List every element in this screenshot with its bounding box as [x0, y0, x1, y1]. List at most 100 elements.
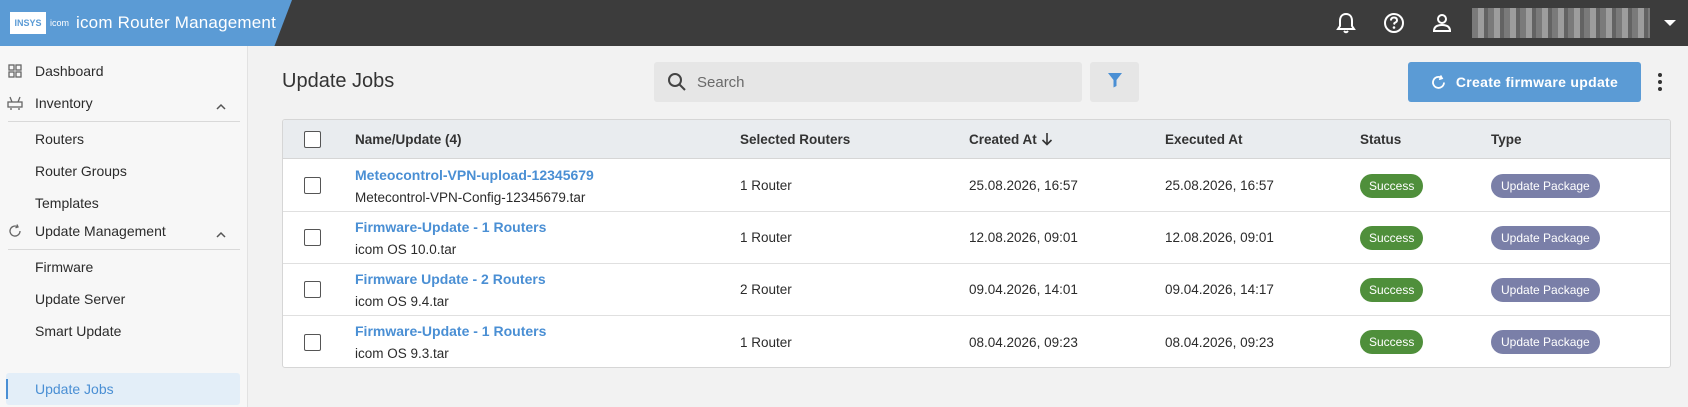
- status-badge: Success: [1360, 225, 1424, 250]
- bell-icon[interactable]: [1334, 11, 1358, 35]
- executed-at-cell: 08.04.2026, 09:23: [1165, 334, 1274, 350]
- logo-text: icom: [50, 18, 70, 28]
- user-info-redacted[interactable]: [1472, 8, 1650, 38]
- router-icon: [7, 95, 23, 111]
- executed-at-cell: 12.08.2026, 09:01: [1165, 230, 1274, 245]
- name-cell: Firmware Update - 2 Routers icom OS 9.4.…: [355, 264, 546, 315]
- sidebar-item-inventory[interactable]: Inventory: [0, 87, 248, 119]
- create-firmware-update-button[interactable]: Create firmware update: [1408, 62, 1641, 102]
- column-header-name[interactable]: Name/Update (4): [355, 120, 462, 158]
- row-checkbox-cell: [304, 212, 321, 263]
- chevron-up-icon[interactable]: [216, 97, 226, 113]
- name-cell: Firmware-Update - 1 Routers icom OS 9.3.…: [355, 316, 546, 367]
- column-header-status[interactable]: Status: [1360, 120, 1401, 158]
- help-icon[interactable]: [1382, 11, 1406, 35]
- logo-mark: INSYS: [10, 12, 46, 34]
- table-row[interactable]: Firmware Update - 2 Routers icom OS 9.4.…: [283, 264, 1670, 316]
- row-checkbox-cell: [304, 160, 321, 211]
- sidebar-item-label: Inventory: [35, 95, 93, 111]
- executed-at-cell: 25.08.2026, 16:57: [1165, 178, 1274, 193]
- name-cell: Meteocontrol-VPN-upload-12345679 Metecon…: [355, 160, 594, 211]
- sort-down-icon[interactable]: [1041, 132, 1053, 146]
- search-box[interactable]: [654, 62, 1082, 102]
- status-badge: Success: [1360, 277, 1424, 302]
- update-file-name: icom OS 10.0.tar: [355, 241, 457, 257]
- search-icon: [667, 72, 687, 92]
- status-badge: Success: [1360, 330, 1424, 354]
- row-checkbox[interactable]: [304, 229, 321, 246]
- job-name-link[interactable]: Firmware-Update - 1 Routers: [355, 219, 546, 235]
- top-bar: INSYS icom icom Router Management: [0, 0, 1688, 46]
- row-checkbox-cell: [304, 316, 321, 367]
- update-file-name: icom OS 9.4.tar: [355, 293, 449, 309]
- job-name-link[interactable]: Meteocontrol-VPN-upload-12345679: [355, 167, 594, 183]
- status-cell: Success: [1360, 264, 1424, 315]
- refresh-icon: [1431, 74, 1446, 90]
- sidebar-item-update-management[interactable]: Update Management: [0, 215, 248, 247]
- sidebar-item-routers[interactable]: Routers: [0, 123, 248, 155]
- table-row[interactable]: Firmware-Update - 1 Routers icom OS 9.3.…: [283, 316, 1670, 367]
- column-header-created-at[interactable]: Created At: [969, 120, 1053, 158]
- row-checkbox[interactable]: [304, 177, 321, 194]
- sidebar-item-dashboard[interactable]: Dashboard: [0, 55, 248, 87]
- sidebar-item-update-server[interactable]: Update Server: [0, 283, 248, 315]
- created-at-cell: 09.04.2026, 14:01: [969, 282, 1078, 297]
- created-at-cell: 25.08.2026, 16:57: [969, 178, 1078, 193]
- selected-routers-cell: 1 Router: [740, 178, 792, 193]
- update-file-name: Metecontrol-VPN-Config-12345679.tar: [355, 189, 586, 205]
- insys-logo: INSYS icom: [10, 11, 74, 35]
- row-checkbox[interactable]: [304, 281, 321, 298]
- select-all-checkbox[interactable]: [304, 130, 321, 148]
- status-cell: Success: [1360, 160, 1424, 211]
- chevron-up-icon[interactable]: [216, 225, 226, 241]
- grid-icon: [7, 63, 23, 79]
- row-checkbox-cell: [304, 264, 321, 315]
- status-cell: Success: [1360, 212, 1424, 263]
- column-header-type[interactable]: Type: [1491, 120, 1522, 158]
- filter-icon: [1107, 72, 1123, 93]
- sidebar-item-smart-update[interactable]: Smart Update: [0, 315, 248, 347]
- divider: [8, 249, 240, 250]
- created-at-cell: 08.04.2026, 09:23: [969, 334, 1078, 350]
- sidebar-item-label: Update Jobs: [35, 381, 114, 397]
- row-checkbox[interactable]: [304, 333, 321, 351]
- job-name-link[interactable]: Firmware-Update - 1 Routers: [355, 323, 546, 339]
- sidebar: Dashboard Inventory Routers Router Group…: [0, 46, 248, 407]
- column-header-label: Created At: [969, 131, 1037, 147]
- table-row[interactable]: Firmware-Update - 1 Routers icom OS 10.0…: [283, 212, 1670, 264]
- more-vertical-icon[interactable]: [1652, 70, 1668, 94]
- column-header-executed-at[interactable]: Executed At: [1165, 120, 1243, 158]
- type-badge: Update Package: [1491, 173, 1600, 198]
- status-badge: Success: [1360, 173, 1424, 198]
- refresh-icon: [7, 223, 23, 239]
- search-input[interactable]: [697, 73, 1057, 91]
- update-file-name: icom OS 9.3.tar: [355, 346, 449, 361]
- user-icon[interactable]: [1430, 11, 1454, 35]
- page-title: Update Jobs: [282, 70, 395, 92]
- sidebar-item-router-groups[interactable]: Router Groups: [0, 155, 248, 187]
- type-badge: Update Package: [1491, 277, 1600, 302]
- divider: [8, 121, 240, 122]
- sidebar-item-label: Dashboard: [35, 63, 104, 79]
- chevron-down-icon[interactable]: [1664, 20, 1676, 26]
- brand-area[interactable]: INSYS icom icom Router Management: [0, 0, 292, 46]
- filter-button[interactable]: [1090, 62, 1139, 102]
- executed-at-cell: 09.04.2026, 14:17: [1165, 282, 1274, 297]
- update-jobs-table: Name/Update (4) Selected Routers Created…: [282, 119, 1671, 368]
- name-cell: Firmware-Update - 1 Routers icom OS 10.0…: [355, 212, 546, 263]
- job-name-link[interactable]: Firmware Update - 2 Routers: [355, 271, 546, 287]
- create-button-label: Create firmware update: [1455, 74, 1619, 90]
- selected-routers-cell: 2 Router: [740, 282, 792, 297]
- active-indicator: [6, 379, 8, 399]
- type-badge: Update Package: [1491, 330, 1600, 354]
- selected-routers-cell: 1 Router: [740, 334, 792, 350]
- column-header-selected-routers[interactable]: Selected Routers: [740, 120, 850, 158]
- type-cell: Update Package: [1491, 160, 1600, 211]
- sidebar-item-update-jobs[interactable]: Update Jobs: [6, 373, 240, 405]
- status-cell: Success: [1360, 316, 1424, 367]
- table-row[interactable]: Meteocontrol-VPN-upload-12345679 Metecon…: [283, 160, 1670, 212]
- sidebar-item-label: Update Management: [35, 223, 166, 239]
- table-header: Name/Update (4) Selected Routers Created…: [283, 120, 1670, 159]
- sidebar-item-firmware[interactable]: Firmware: [0, 251, 248, 283]
- app-title: icom Router Management: [76, 13, 276, 32]
